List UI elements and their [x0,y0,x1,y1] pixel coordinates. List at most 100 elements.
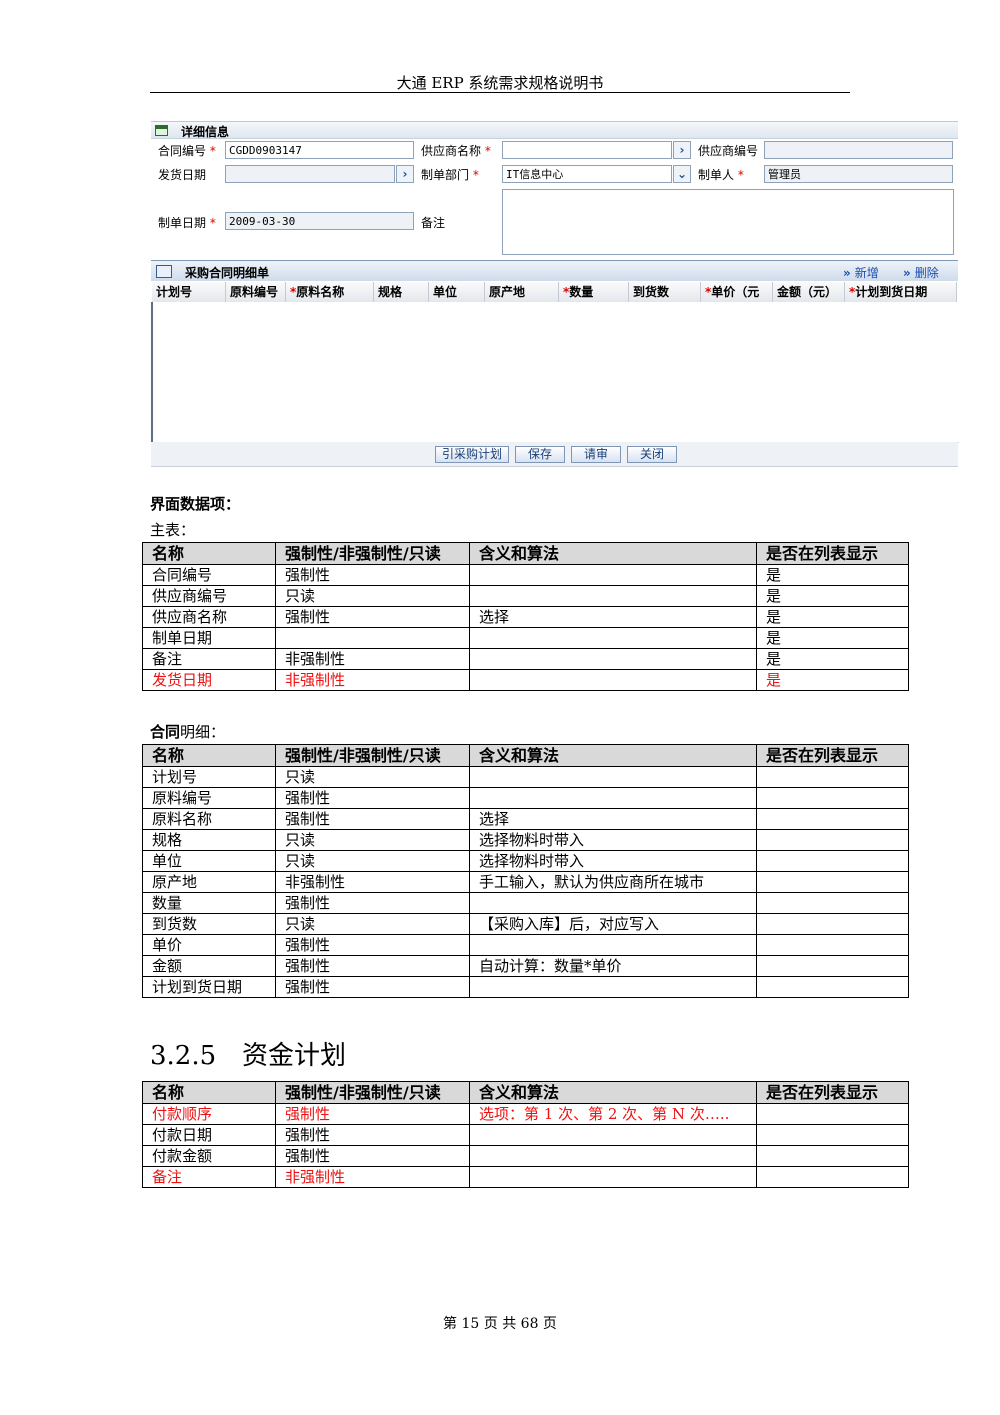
column-header: 是否在列表显示 [756,542,909,565]
table-row: 计划到货日期 强制性 [142,976,909,998]
supplier-picker-button[interactable]: › [673,141,691,159]
grid-icon [156,265,172,278]
table-row: 制单日期 是 [142,627,909,649]
grid-column-header[interactable]: 原产地 [485,282,559,302]
detail-panel-header: 详细信息 [151,121,958,139]
add-row-button[interactable]: » 新增 [843,264,879,281]
table-cell: 强制性 [275,787,470,809]
dept-dropdown-icon[interactable]: ⌄ [673,165,691,183]
contract-no-field[interactable]: CGDD0903147 [225,141,414,159]
create-date-label: 制单日期 * [158,216,216,230]
table-cell: 原产地 [142,871,276,893]
table-cell: 强制性 [275,1124,470,1146]
grid-column-header[interactable]: 到货数 [629,282,701,302]
table-cell: 非强制性 [275,648,470,670]
table-cell: 选择物料时带入 [469,850,757,872]
close-button[interactable]: 关闭 [627,446,677,463]
detail-panel-title: 详细信息 [181,125,230,139]
table-cell: 选择物料时带入 [469,829,757,851]
grid-column-header[interactable]: 规格 [374,282,429,302]
column-header: 强制性/非强制性/只读 [275,744,470,767]
table-cell [469,766,757,788]
column-header: 是否在列表显示 [756,744,909,767]
table-row: 到货数 只读 【采购入库】后，对应写入 [142,913,909,935]
table-row: 付款日期 强制性 [142,1124,909,1146]
import-plan-button[interactable]: 引采购计划 [435,446,509,463]
create-date-field: 2009-03-30 [225,212,414,230]
save-button[interactable]: 保存 [515,446,565,463]
table-row: 规格 只读 选择物料时带入 [142,829,909,851]
table-cell: 强制性 [275,606,470,628]
table-cell: 发货日期 [142,669,276,691]
table-cell: 金额 [142,955,276,977]
table-cell [469,787,757,809]
table-cell [756,1145,909,1167]
document-header: 大通 ERP 系统需求规格说明书 [396,74,604,92]
column-header: 名称 [142,1081,276,1104]
table-cell [469,648,757,670]
grid-toolbar: 采购合同明细单 » 新增 » 删除 [151,260,958,281]
table-row: 合同编号 强制性 是 [142,564,909,586]
table-cell [756,808,909,830]
table-cell: 只读 [275,913,470,935]
dept-select[interactable]: IT信息中心 [502,165,672,183]
table-cell: 只读 [275,850,470,872]
table-header-row: 名称 强制性/非强制性/只读 含义和算法 是否在列表显示 [142,542,909,565]
table-cell [756,934,909,956]
submit-review-button[interactable]: 请审 [571,446,621,463]
table-cell [469,669,757,691]
grid-column-header[interactable]: 计划号 [152,282,226,302]
grid-column-header[interactable]: 原料编号 [226,282,286,302]
table-header-row: 名称 强制性/非强制性/只读 含义和算法 是否在列表显示 [142,1081,909,1104]
form-screenshot: 详细信息 合同编号 * CGDD0903147 供应商名称 * › 供应商编号 … [151,121,959,467]
table-cell [469,1124,757,1146]
table-cell [756,871,909,893]
grid-column-header[interactable]: 单位 [429,282,485,302]
table-row: 备注 非强制性 [142,1166,909,1188]
column-header: 名称 [142,542,276,565]
fund-plan-table: 名称 强制性/非强制性/只读 含义和算法 是否在列表显示 付款顺序 强制性 选项：第 1 … [142,1081,909,1188]
grid-column-header[interactable]: *原料名称 [286,282,374,302]
table-cell: 强制性 [275,564,470,586]
table-cell: 【采购入库】后，对应写入 [469,913,757,935]
table-cell: 非强制性 [275,1166,470,1188]
dept-label: 制单部门 * [421,168,479,182]
chevron-right-icon: » [843,266,851,280]
grid-column-label: 数量 [569,285,594,299]
table-cell [469,934,757,956]
section-heading: 3.2.5 资金计划 [150,1035,346,1072]
table-row: 发货日期 非强制性 是 [142,669,909,691]
table-cell [469,1145,757,1167]
table-row: 数量 强制性 [142,892,909,914]
section-number: 3.2.5 [150,1041,217,1071]
main-table-label: 主表： [150,521,196,539]
table-cell [756,850,909,872]
table-cell: 选项：第 1 次、第 2 次、第 N 次….. [469,1103,757,1125]
table-cell: 合同编号 [142,564,276,586]
grid-column-header[interactable]: 金额（元） [773,282,845,302]
table-row: 供应商名称 强制性 选择是 [142,606,909,628]
grid-body[interactable] [151,302,959,443]
grid-column-header[interactable]: *单价（元 [701,282,773,302]
supplier-name-label: 供应商名称 * [421,144,491,158]
table-cell [756,1103,909,1125]
table-cell: 强制性 [275,808,470,830]
detail-table-label: 合同明细： [150,723,226,741]
ship-date-picker-button[interactable]: › [396,165,414,183]
delete-row-button[interactable]: » 删除 [903,264,939,281]
remark-textarea[interactable] [502,189,954,255]
supplier-name-field[interactable] [502,141,672,159]
ship-date-field[interactable] [225,165,395,183]
table-cell [469,585,757,607]
column-header: 是否在列表显示 [756,1081,909,1104]
table-cell [469,627,757,649]
table-cell [756,787,909,809]
table-cell [756,829,909,851]
grid-column-header[interactable]: *数量 [559,282,629,302]
table-cell [756,766,909,788]
column-header: 强制性/非强制性/只读 [275,1081,470,1104]
table-cell: 强制性 [275,892,470,914]
window-icon [155,125,168,136]
grid-column-header[interactable]: *计划到货日期 [845,282,957,302]
table-cell: 计划号 [142,766,276,788]
